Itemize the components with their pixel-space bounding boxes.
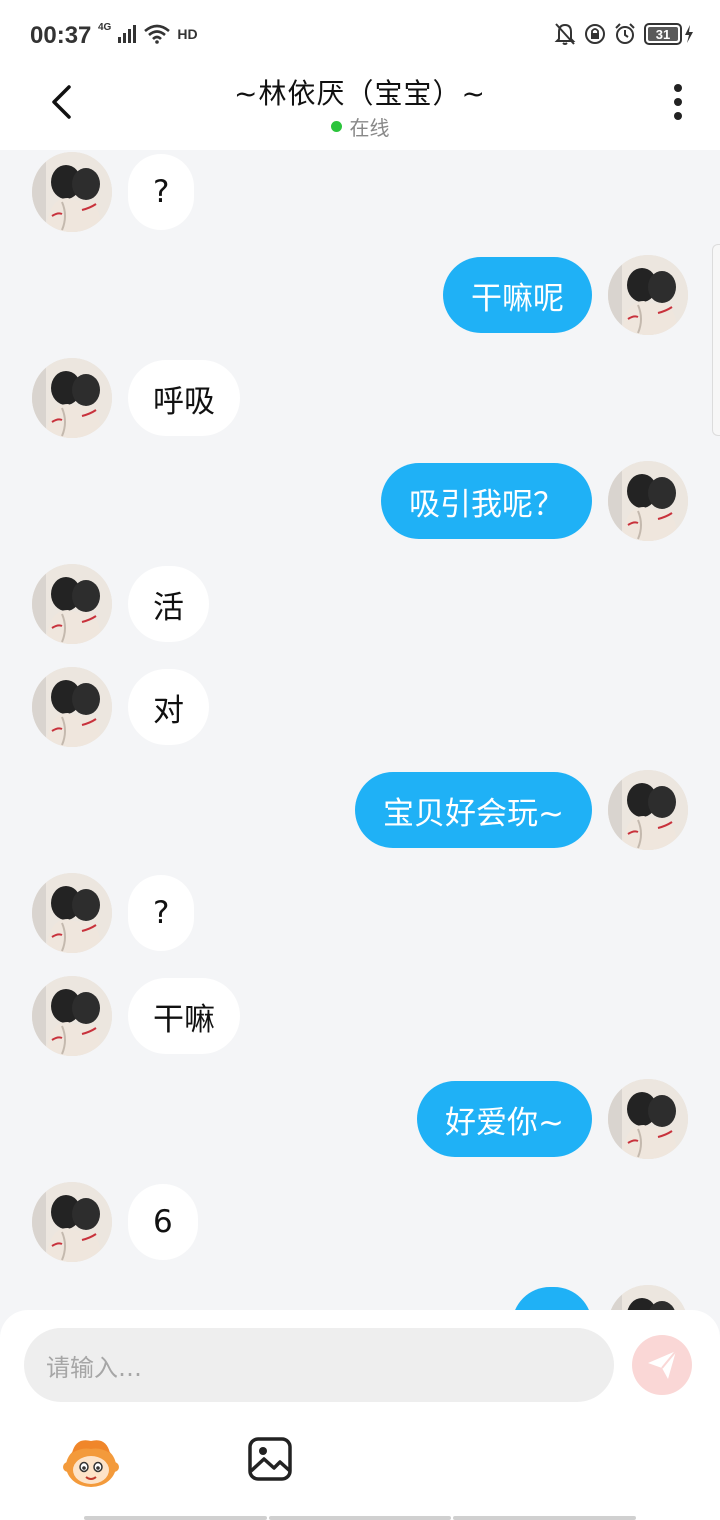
incoming-bubble[interactable]: ? [128, 875, 195, 951]
avatar[interactable] [608, 461, 688, 541]
hd-icon: HD [177, 26, 198, 42]
avatar[interactable] [32, 358, 112, 438]
avatar[interactable] [32, 1182, 112, 1262]
avatar[interactable] [32, 873, 112, 953]
avatar[interactable] [608, 1285, 688, 1310]
alarm-icon [615, 23, 635, 44]
more-dot-icon [674, 112, 682, 120]
chat-title: ~林依厌（宝宝）~ [234, 77, 486, 110]
send-button[interactable] [632, 1335, 692, 1395]
outgoing-bubble[interactable] [512, 1287, 592, 1310]
charging-icon [685, 25, 693, 43]
message-row: 6 [0, 1182, 720, 1262]
home-indicator [84, 1516, 637, 1520]
message-row: ? [0, 873, 720, 953]
message-row: 好爱你~ [0, 1079, 720, 1159]
message-input[interactable]: 请输入… [24, 1328, 614, 1402]
mute-bell-icon [554, 23, 576, 45]
incoming-bubble[interactable]: 对 [128, 669, 209, 745]
scroll-indicator[interactable] [712, 244, 720, 436]
emoji-mascot-icon [63, 1440, 119, 1487]
rotation-lock-icon [585, 24, 605, 44]
image-button[interactable] [246, 1435, 294, 1483]
message-row: 对 [0, 667, 720, 747]
avatar[interactable] [32, 976, 112, 1056]
incoming-bubble[interactable]: 活 [128, 566, 209, 642]
outgoing-bubble[interactable]: 宝贝好会玩~ [355, 772, 592, 848]
more-dot-icon [674, 98, 682, 106]
incoming-bubble[interactable]: ? [128, 154, 195, 230]
message-row: 干嘛 [0, 976, 720, 1056]
avatar[interactable] [608, 1079, 688, 1159]
incoming-bubble[interactable]: 6 [128, 1184, 198, 1260]
more-options-button[interactable] [666, 82, 690, 122]
send-icon [648, 1350, 677, 1379]
battery-level: 31 [648, 27, 678, 42]
online-dot-icon [330, 121, 342, 132]
signal-icon [118, 25, 137, 43]
message-row: 干嘛呢 [0, 255, 720, 335]
avatar[interactable] [32, 152, 112, 232]
incoming-bubble[interactable]: 呼吸 [128, 360, 240, 436]
message-row: 呼吸 [0, 358, 720, 438]
battery-icon: 31 [644, 23, 694, 45]
message-row: 活 [0, 564, 720, 644]
network-type: 4G [98, 21, 112, 33]
message-row: ? [0, 152, 720, 232]
status-bar: 00:37 4G HD 31 [0, 0, 720, 72]
online-status: 在线 [0, 112, 720, 141]
avatar[interactable] [32, 667, 112, 747]
more-dot-icon [674, 84, 682, 92]
avatar[interactable] [608, 255, 688, 335]
avatar[interactable] [608, 770, 688, 850]
status-left-icons: 4G HD [98, 21, 198, 44]
status-time: 00:37 [30, 22, 92, 49]
incoming-bubble[interactable]: 干嘛 [128, 978, 240, 1054]
outgoing-bubble[interactable]: 好爱你~ [417, 1081, 592, 1157]
avatar[interactable] [32, 564, 112, 644]
chat-message-list[interactable]: ? 干嘛呢 呼吸 吸引我呢？ 活 对 宝贝好会玩~ ? 干嘛 好爱你~ 6 [0, 150, 720, 1310]
composer: 请输入… [0, 1310, 720, 1520]
online-status-text: 在线 [349, 116, 390, 140]
image-icon [248, 1437, 292, 1481]
message-row: 吸引我呢？ [0, 461, 720, 541]
wifi-icon [144, 24, 171, 44]
emoji-button[interactable] [62, 1433, 120, 1491]
status-right-icons: 31 [554, 22, 694, 46]
outgoing-bubble[interactable]: 吸引我呢？ [381, 463, 592, 539]
message-row: 宝贝好会玩~ [0, 770, 720, 850]
message-row [0, 1285, 720, 1310]
outgoing-bubble[interactable]: 干嘛呢 [443, 257, 592, 333]
chat-header: ~林依厌（宝宝）~ 在线 [0, 72, 720, 150]
